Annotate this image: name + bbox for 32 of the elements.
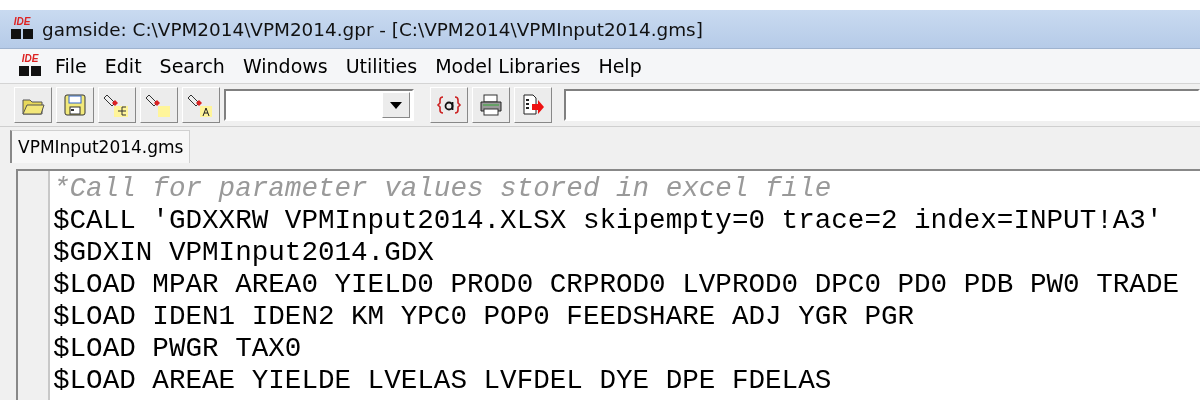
code-comment: *Call for parameter values stored in excel file <box>53 173 833 205</box>
menu-item[interactable]: File <box>46 55 96 77</box>
combo-box[interactable] <box>224 89 414 121</box>
toolbar-button[interactable] <box>430 87 468 123</box>
logo-text: IDE <box>13 17 31 27</box>
code-line: $LOAD PWGR TAX0 <box>53 333 303 365</box>
flashlight-tree-icon <box>104 92 130 118</box>
code-line: $LOAD IDEN1 IDEN2 KM YPC0 POP0 FEEDSHARE ADJ YGR PGR <box>53 301 916 333</box>
code-line: $GDXIN VPMInput2014.GDX <box>53 237 435 269</box>
logo-text[interactable]: IDE <box>21 54 39 64</box>
code-line: $LOAD AREAE YIELDE LVELAS LVFDEL DYE DPE FDELAS <box>53 365 833 397</box>
squares-icon <box>11 28 33 40</box>
code-line: $LOAD MPAR AREA0 YIELD0 PROD0 CRPROD0 LVPROD0 DPC0 PD0 PDB PW0 TRADE <box>53 269 1179 301</box>
page-arrow-icon <box>520 92 546 118</box>
toolbar-button[interactable] <box>472 87 510 123</box>
input-field[interactable] <box>564 89 1200 121</box>
menu-item[interactable]: Help <box>589 55 651 77</box>
flashlight-icon <box>146 92 172 118</box>
menu-item[interactable]: Model Libraries <box>426 55 590 77</box>
menu-item[interactable]: Edit <box>95 55 151 77</box>
printer-icon <box>478 92 504 118</box>
file-tab[interactable]: VPMInput2014.gms <box>10 130 191 163</box>
caret-icon <box>390 101 402 109</box>
code-line: $CALL 'GDXXRW VPMInput2014.XLSX skipempty=0 trace=2 index=INPUT!A3' <box>53 205 1164 237</box>
window-title: gamside: C:\VPM2014\VPM2014.gpr - [C:\VPM2014\VPMInput2014.gms] <box>42 18 703 40</box>
menu-item[interactable]: Utilities <box>336 55 427 77</box>
squares-icon <box>19 65 41 77</box>
menu-item[interactable]: Windows <box>233 55 337 77</box>
dropdown-button[interactable] <box>382 92 410 118</box>
menu-item[interactable]: Search <box>150 55 234 77</box>
toolbar-button[interactable] <box>182 87 220 123</box>
flashlight-letter-icon <box>188 92 214 118</box>
